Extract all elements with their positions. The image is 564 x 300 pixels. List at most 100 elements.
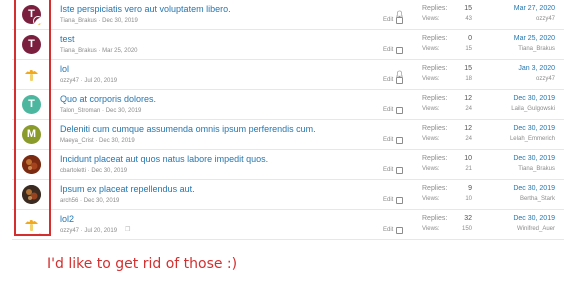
pagination-icon[interactable]: ❐ bbox=[125, 226, 130, 233]
edit-link[interactable]: Edit bbox=[383, 77, 393, 83]
last-post-date[interactable]: Dec 30, 2019 bbox=[513, 185, 555, 192]
replies-label: Replies: bbox=[422, 95, 448, 102]
thread-author[interactable]: Maeya_Crist bbox=[60, 138, 94, 144]
last-post-date[interactable]: Jan 3, 2020 bbox=[518, 65, 555, 72]
thread-author[interactable]: ozzy47 bbox=[60, 78, 79, 84]
select-checkbox[interactable] bbox=[396, 197, 403, 204]
thread-meta: Maeya_Crist · Dec 30, 2019 bbox=[60, 138, 135, 144]
views-label: Views: bbox=[422, 166, 440, 172]
last-post-date[interactable]: Dec 30, 2019 bbox=[513, 95, 555, 102]
replies-label: Replies: bbox=[422, 125, 448, 132]
replies-count: 0 bbox=[468, 35, 472, 42]
thread-meta: ozzy47 · Jul 20, 2019 bbox=[60, 228, 118, 234]
select-checkbox[interactable] bbox=[396, 227, 403, 234]
replies-count: 15 bbox=[464, 65, 472, 72]
last-post-user[interactable]: Tiana_Brakus bbox=[518, 166, 555, 172]
views-count: 24 bbox=[465, 106, 472, 112]
views-label: Views: bbox=[422, 16, 440, 22]
thread-author[interactable]: Tiana_Brakus bbox=[60, 48, 97, 54]
last-post-date[interactable]: Dec 30, 2019 bbox=[513, 215, 555, 222]
bell-icon bbox=[395, 5, 404, 18]
select-checkbox[interactable] bbox=[396, 17, 403, 24]
last-post-user[interactable]: Laila_Gulgowski bbox=[511, 106, 555, 112]
thread-date: Jul 20, 2019 bbox=[84, 228, 118, 234]
thread-meta: ozzy47 · Jul 20, 2019 bbox=[60, 78, 118, 84]
select-checkbox[interactable] bbox=[396, 137, 403, 144]
thread-row[interactable]: Ttest Tiana_Brakus · Mar 25, 2020 Edit Repl… bbox=[12, 30, 564, 60]
replies-count: 32 bbox=[464, 215, 472, 222]
thread-title[interactable]: lol2 bbox=[60, 214, 74, 224]
thread-author[interactable]: Talon_Stroman bbox=[60, 108, 100, 114]
edit-link[interactable]: Edit bbox=[383, 227, 393, 233]
last-post-user[interactable]: ozzy47 bbox=[536, 76, 555, 82]
thread-title[interactable]: Incidunt placeat aut quos natus labore i… bbox=[60, 154, 268, 164]
select-checkbox[interactable] bbox=[396, 167, 403, 174]
thread-date: Mar 25, 2020 bbox=[102, 48, 138, 54]
views-label: Views: bbox=[422, 76, 440, 82]
edit-link[interactable]: Edit bbox=[383, 197, 393, 203]
replies-count: 12 bbox=[464, 95, 472, 102]
edit-link[interactable]: Edit bbox=[383, 17, 393, 23]
thread-row[interactable]: T Quo at corporis dolores. Talon_Stroman ·… bbox=[12, 90, 564, 120]
thread-row[interactable]: M Deleniti cum cumque assumenda omnis ips… bbox=[12, 120, 564, 150]
thread-date: Dec 30, 2019 bbox=[105, 108, 142, 114]
thread-date: Dec 30, 2019 bbox=[91, 168, 128, 174]
thread-title[interactable]: Ipsum ex placeat repellendus aut. bbox=[60, 184, 195, 194]
thread-author[interactable]: arch56 bbox=[60, 198, 78, 204]
views-label: Views: bbox=[422, 136, 440, 142]
replies-label: Replies: bbox=[422, 5, 448, 12]
thread-meta: Talon_Stroman · Dec 30, 2019 bbox=[60, 108, 142, 114]
replies-label: Replies: bbox=[422, 215, 448, 222]
thread-title[interactable]: Deleniti cum cumque assumenda omnis ipsu… bbox=[60, 124, 316, 134]
last-post-date[interactable]: Mar 25, 2020 bbox=[514, 35, 555, 42]
thread-meta: cbartoletti · Dec 30, 2019 bbox=[60, 168, 128, 174]
thread-meta: Tiana_Brakus · Mar 25, 2020 bbox=[60, 48, 138, 54]
thread-author[interactable]: cbartoletti bbox=[60, 168, 86, 174]
annotation-highlight-box bbox=[14, 0, 51, 236]
views-count: 43 bbox=[465, 16, 472, 22]
thread-title[interactable]: lol bbox=[60, 64, 69, 74]
thread-meta: arch56 · Dec 30, 2019 bbox=[60, 198, 120, 204]
last-post-user[interactable]: Lelah_Emmerich bbox=[510, 136, 555, 142]
last-post-user[interactable]: Tiana_Brakus bbox=[518, 46, 555, 52]
thread-author[interactable]: ozzy47 bbox=[60, 228, 79, 234]
edit-link[interactable]: Edit bbox=[383, 167, 393, 173]
views-label: Views: bbox=[422, 226, 440, 232]
last-post-user[interactable]: Bertha_Stark bbox=[520, 196, 555, 202]
thread-list: T Iste perspiciatis vero aut voluptatem l… bbox=[12, 0, 564, 240]
views-count: 21 bbox=[465, 166, 472, 172]
replies-count: 15 bbox=[464, 5, 472, 12]
views-count: 10 bbox=[465, 196, 472, 202]
thread-date: Dec 30, 2019 bbox=[102, 18, 138, 24]
thread-date: Dec 30, 2019 bbox=[83, 198, 120, 204]
thread-author[interactable]: Tiana_Brakus bbox=[60, 18, 97, 24]
last-post-date[interactable]: Dec 30, 2019 bbox=[513, 155, 555, 162]
thread-row[interactable]: Ipsum ex placeat repellendus aut. arch56 … bbox=[12, 180, 564, 210]
replies-label: Replies: bbox=[422, 155, 448, 162]
thread-row[interactable]: lol2 ozzy47 · Jul 20, 2019 ❐ Edit Replies: 32… bbox=[12, 210, 564, 240]
last-post-user[interactable]: ozzy47 bbox=[536, 16, 555, 22]
thread-title[interactable]: test bbox=[60, 34, 75, 44]
views-label: Views: bbox=[422, 46, 440, 52]
replies-count: 9 bbox=[468, 185, 472, 192]
thread-title[interactable]: Quo at corporis dolores. bbox=[60, 94, 156, 104]
views-label: Views: bbox=[422, 196, 440, 202]
thread-row[interactable]: T Iste perspiciatis vero aut voluptatem l… bbox=[12, 0, 564, 30]
replies-label: Replies: bbox=[422, 65, 448, 72]
select-checkbox[interactable] bbox=[396, 77, 403, 84]
last-post-date[interactable]: Dec 30, 2019 bbox=[513, 125, 555, 132]
last-post-date[interactable]: Mar 27, 2020 bbox=[514, 5, 555, 12]
replies-count: 10 bbox=[464, 155, 472, 162]
select-checkbox[interactable] bbox=[396, 107, 403, 114]
edit-link[interactable]: Edit bbox=[383, 137, 393, 143]
thread-row[interactable]: lol ozzy47 · Jul 20, 2019 Edit Replies: 15 Vi… bbox=[12, 60, 564, 90]
views-label: Views: bbox=[422, 106, 440, 112]
select-checkbox[interactable] bbox=[396, 47, 403, 54]
thread-meta: Tiana_Brakus · Dec 30, 2019 bbox=[60, 18, 138, 24]
views-count: 15 bbox=[465, 46, 472, 52]
last-post-user[interactable]: Winifred_Auer bbox=[517, 226, 555, 232]
edit-link[interactable]: Edit bbox=[383, 107, 393, 113]
thread-title[interactable]: Iste perspiciatis vero aut voluptatem li… bbox=[60, 4, 231, 14]
thread-row[interactable]: Incidunt placeat aut quos natus labore i… bbox=[12, 150, 564, 180]
edit-link[interactable]: Edit bbox=[383, 47, 393, 53]
